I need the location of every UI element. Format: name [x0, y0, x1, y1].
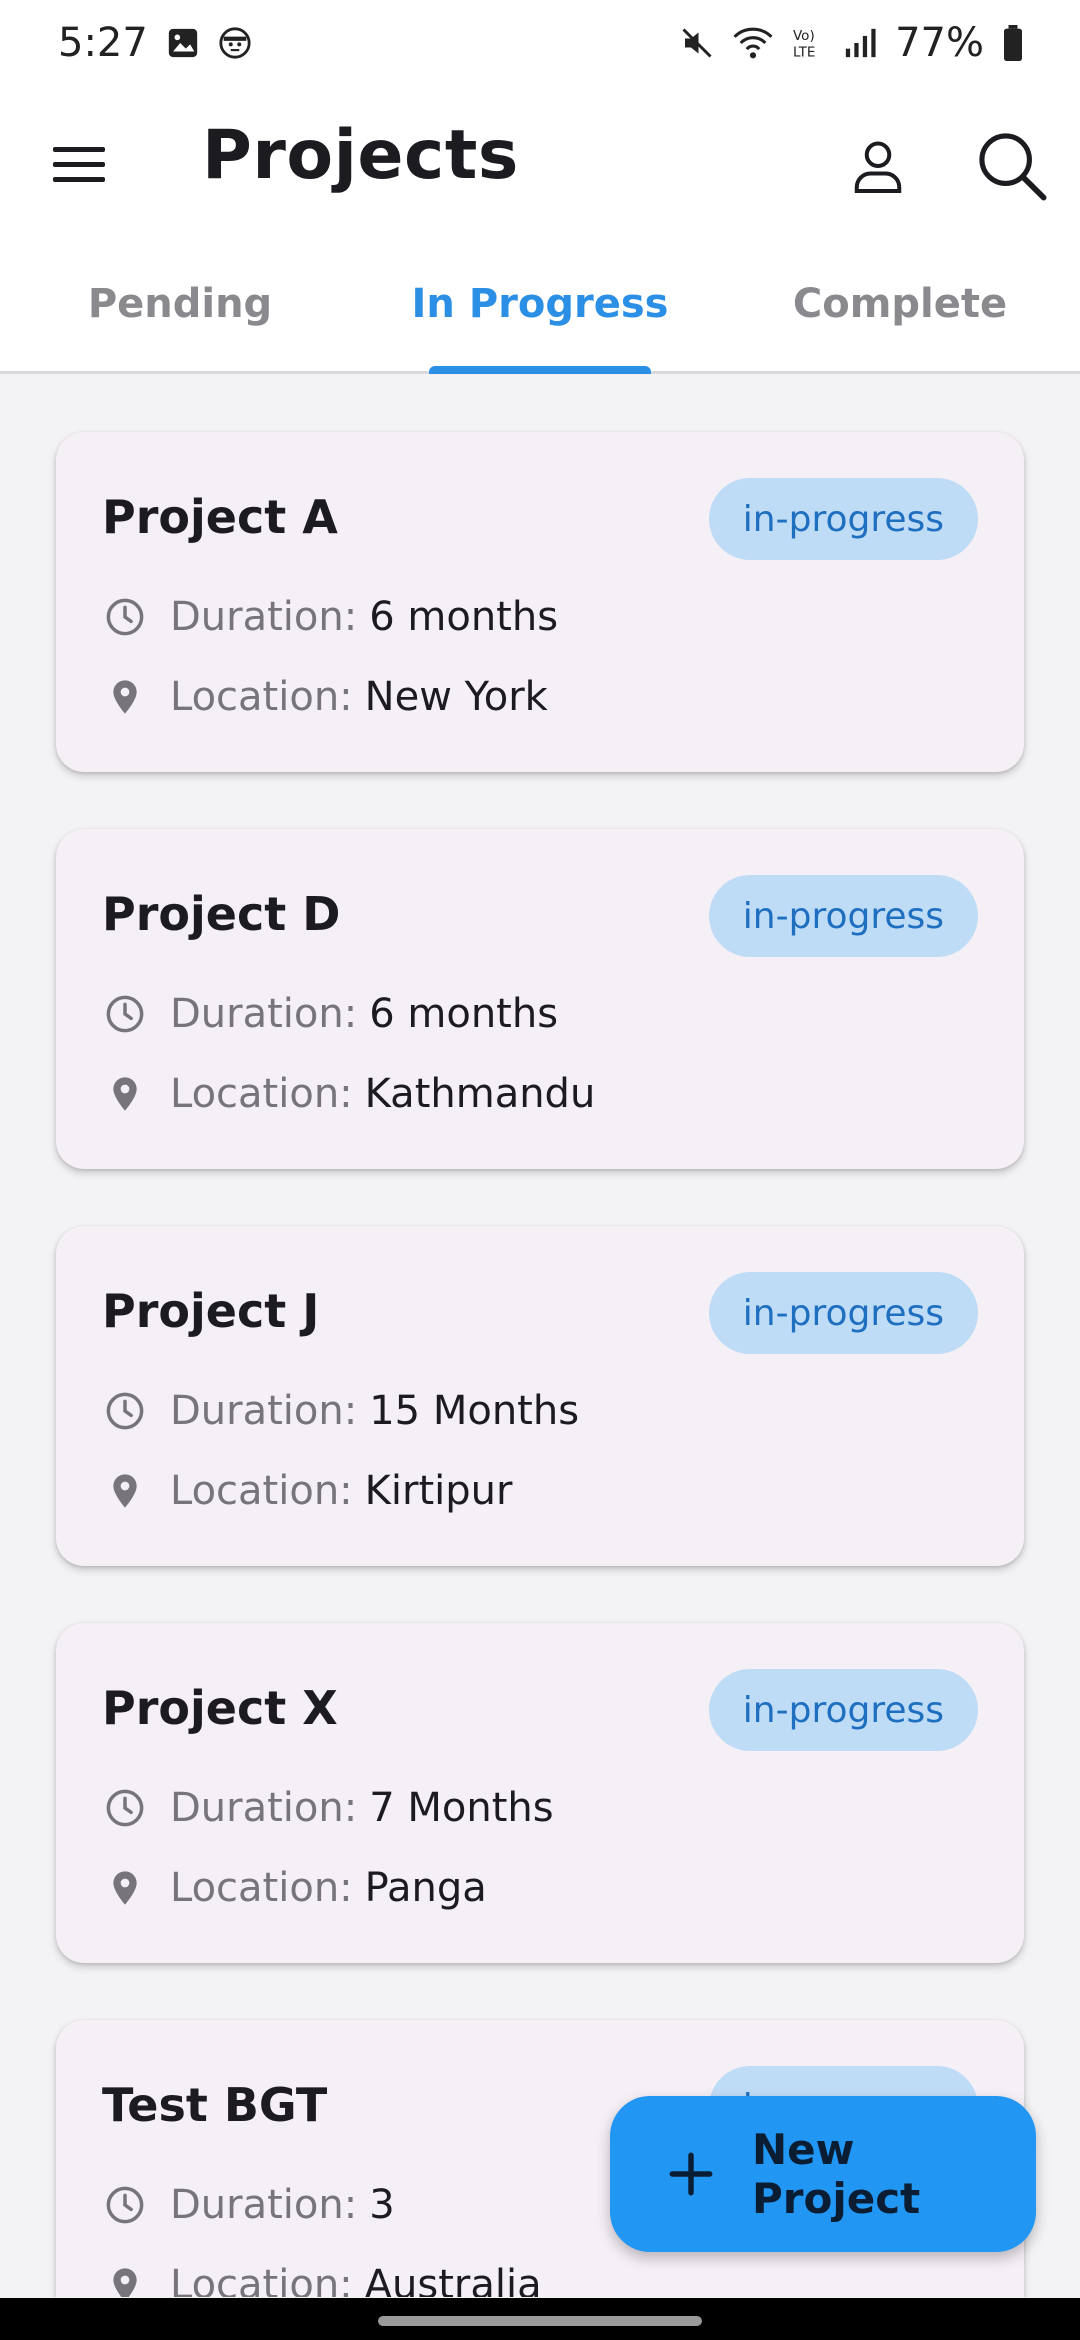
location-pin-icon: [102, 1865, 148, 1911]
project-name: Project J: [102, 1284, 320, 1338]
project-name: Project X: [102, 1681, 338, 1735]
svg-text:LTE: LTE: [793, 45, 815, 61]
wifi-icon: [733, 25, 773, 61]
search-icon[interactable]: [972, 126, 1052, 206]
face-icon: [218, 26, 252, 60]
location-value: Kathmandu: [364, 1071, 596, 1117]
location-value: Kirtipur: [364, 1468, 513, 1514]
plus-icon: [666, 2149, 716, 2199]
duration-value: 15 Months: [369, 1388, 580, 1434]
project-name: Project D: [102, 887, 341, 941]
status-right: Vo) LTE 77%: [679, 20, 1024, 66]
page-title: Projects: [202, 116, 519, 195]
location-row: Location: Kirtipur: [102, 1468, 512, 1514]
hamburger-menu-icon[interactable]: [44, 130, 114, 200]
tab-in-progress[interactable]: In Progress: [360, 236, 720, 371]
svg-text:Vo): Vo): [793, 28, 815, 44]
project-card[interactable]: Project J in-progress Duration: 15 Month…: [56, 1226, 1024, 1566]
location-row: Location: Panga: [102, 1865, 487, 1911]
location-label: Location:: [170, 1865, 353, 1911]
status-badge: in-progress: [708, 1272, 978, 1354]
new-project-label: New Project: [752, 2125, 921, 2223]
status-badge: in-progress: [708, 478, 978, 560]
tab-complete[interactable]: Complete: [720, 236, 1080, 371]
duration-row: Duration: 15 Months: [102, 1388, 579, 1434]
clock-icon: [102, 2182, 148, 2228]
duration-label: Duration:: [170, 1785, 358, 1831]
location-pin-icon: [102, 2262, 148, 2297]
status-badge: in-progress: [708, 1669, 978, 1751]
status-bar: 5:27 Vo) LTE 77%: [0, 0, 1080, 86]
system-nav-bar: [0, 2298, 1080, 2340]
signal-icon: [843, 26, 877, 60]
mute-icon: [679, 25, 715, 61]
duration-row: Duration: 6 months: [102, 991, 558, 1037]
location-value: New York: [364, 674, 548, 720]
location-pin-icon: [102, 674, 148, 720]
volte-icon: Vo) LTE: [791, 25, 825, 61]
location-row: Location: Australia: [102, 2262, 542, 2297]
location-row: Location: New York: [102, 674, 548, 720]
duration-label: Duration:: [170, 594, 358, 640]
duration-row: Duration: 3: [102, 2182, 395, 2228]
clock-icon: [102, 1785, 148, 1831]
clock-icon: [102, 1388, 148, 1434]
location-label: Location:: [170, 674, 353, 720]
location-label: Location:: [170, 1468, 353, 1514]
project-name: Project A: [102, 490, 338, 544]
duration-value: 3: [369, 2182, 395, 2228]
project-list[interactable]: Project A in-progress Duration: 6 months…: [0, 377, 1080, 2297]
duration-row: Duration: 6 months: [102, 594, 558, 640]
app-bar: Projects: [0, 86, 1080, 236]
location-value: Panga: [364, 1865, 487, 1911]
clock-icon: [102, 991, 148, 1037]
person-icon[interactable]: [840, 128, 916, 204]
location-label: Location:: [170, 2262, 353, 2297]
gallery-icon: [166, 26, 200, 60]
battery-percent: 77%: [895, 20, 984, 66]
clock-icon: [102, 594, 148, 640]
location-pin-icon: [102, 1468, 148, 1514]
duration-label: Duration:: [170, 1388, 358, 1434]
location-value: Australia: [364, 2262, 542, 2297]
project-card[interactable]: Project A in-progress Duration: 6 months…: [56, 432, 1024, 772]
status-badge: in-progress: [708, 875, 978, 957]
project-name: Test BGT: [102, 2078, 328, 2132]
duration-label: Duration:: [170, 991, 358, 1037]
status-time: 5:27: [58, 20, 148, 66]
location-row: Location: Kathmandu: [102, 1071, 595, 1117]
tab-indicator: [429, 366, 651, 374]
duration-label: Duration:: [170, 2182, 358, 2228]
tab-pending[interactable]: Pending: [0, 236, 360, 371]
project-card[interactable]: Project D in-progress Duration: 6 months…: [56, 829, 1024, 1169]
home-indicator[interactable]: [378, 2316, 702, 2326]
location-label: Location:: [170, 1071, 353, 1117]
duration-value: 6 months: [369, 594, 559, 640]
location-pin-icon: [102, 1071, 148, 1117]
battery-icon: [1002, 25, 1024, 61]
status-left: 5:27: [58, 20, 252, 66]
duration-value: 7 Months: [369, 1785, 554, 1831]
new-project-button[interactable]: New Project: [610, 2096, 1036, 2252]
tab-bar: Pending In Progress Complete: [0, 236, 1080, 374]
duration-value: 6 months: [369, 991, 559, 1037]
project-card[interactable]: Project X in-progress Duration: 7 Months…: [56, 1623, 1024, 1963]
duration-row: Duration: 7 Months: [102, 1785, 554, 1831]
